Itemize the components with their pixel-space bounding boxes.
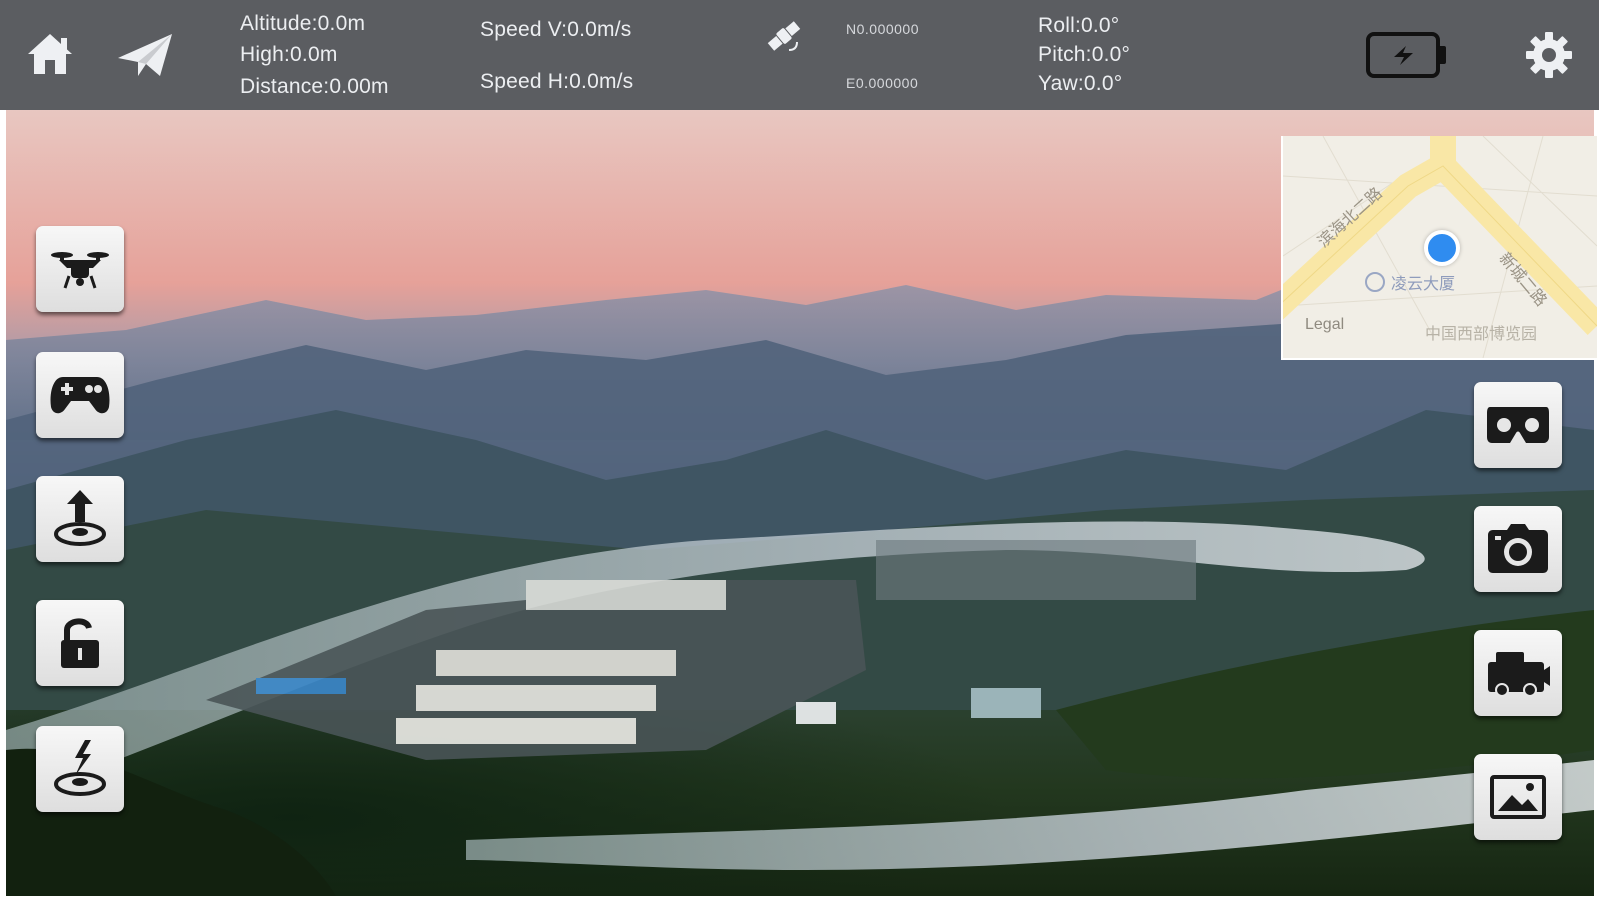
poi-marker: 凌云大厦 bbox=[1365, 270, 1455, 294]
battery-icon bbox=[1366, 32, 1448, 78]
camera-icon bbox=[1487, 524, 1549, 574]
unlock-button[interactable] bbox=[36, 600, 124, 686]
video-camera-icon bbox=[1486, 648, 1550, 698]
unlock-icon bbox=[57, 616, 103, 670]
gallery-icon bbox=[1490, 775, 1546, 819]
vr-mode-button[interactable] bbox=[1474, 382, 1562, 468]
altitude-readout: Altitude:0.0m bbox=[240, 12, 366, 35]
yaw-readout: Yaw:0.0° bbox=[1038, 72, 1123, 95]
paper-plane-icon[interactable] bbox=[116, 30, 174, 80]
status-bar: Altitude:0.0m High:0.0m Distance:0.00m S… bbox=[0, 0, 1599, 110]
drone-mode-button[interactable] bbox=[36, 226, 124, 312]
home-icon[interactable] bbox=[24, 30, 76, 78]
poi-label: 凌云大厦 bbox=[1391, 276, 1456, 293]
gamepad-icon bbox=[49, 373, 111, 417]
landing-icon bbox=[49, 738, 111, 800]
takeoff-button[interactable] bbox=[36, 476, 124, 562]
current-location-icon bbox=[1424, 230, 1460, 266]
vr-glasses-icon bbox=[1486, 405, 1550, 445]
roll-readout: Roll:0.0° bbox=[1038, 14, 1120, 37]
take-photo-button[interactable] bbox=[1474, 506, 1562, 592]
vertical-speed-readout: Speed V:0.0m/s bbox=[480, 18, 632, 41]
record-video-button[interactable] bbox=[1474, 630, 1562, 716]
map-legal-link[interactable]: Legal bbox=[1305, 316, 1344, 334]
mini-map[interactable]: 滨海北二路 新城二路 凌云大厦 Legal 中国西部博览园 bbox=[1281, 136, 1597, 360]
remote-control-button[interactable] bbox=[36, 352, 124, 438]
latitude-readout: N0.000000 bbox=[846, 21, 920, 37]
takeoff-icon bbox=[49, 488, 111, 550]
poi-icon bbox=[1365, 272, 1385, 292]
high-readout: High:0.0m bbox=[240, 43, 338, 66]
pitch-readout: Pitch:0.0° bbox=[1038, 43, 1131, 66]
longitude-readout: E0.000000 bbox=[846, 75, 919, 91]
distance-readout: Distance:0.00m bbox=[240, 75, 389, 98]
satellite-icon bbox=[763, 16, 805, 56]
horizontal-speed-readout: Speed H:0.0m/s bbox=[480, 70, 634, 93]
drone-icon bbox=[49, 246, 111, 292]
gallery-button[interactable] bbox=[1474, 754, 1562, 840]
gear-icon[interactable] bbox=[1524, 30, 1574, 80]
landing-button[interactable] bbox=[36, 726, 124, 812]
map-corner-text: 中国西部博览园 bbox=[1425, 326, 1538, 343]
